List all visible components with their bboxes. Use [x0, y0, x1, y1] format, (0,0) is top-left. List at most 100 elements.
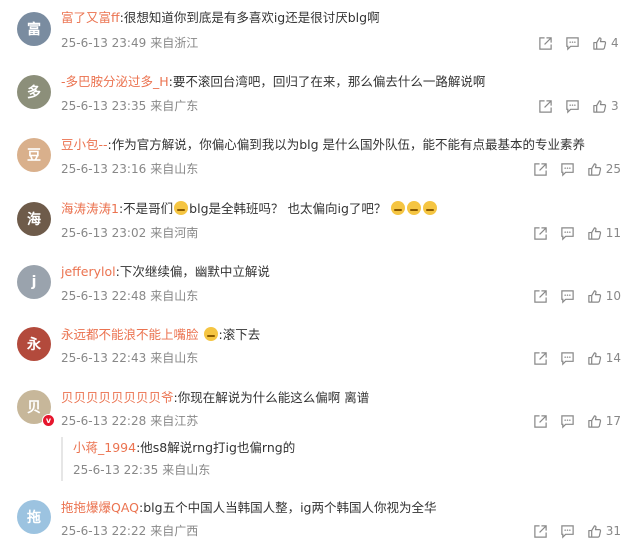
like-count: 3 — [611, 99, 619, 113]
comment-meta: 25-6-13 22:22 来自广西 — [61, 523, 198, 539]
share-icon — [533, 289, 547, 303]
like-button[interactable]: 31 — [587, 524, 621, 539]
avatar[interactable]: 富 — [17, 12, 51, 46]
share-button[interactable] — [533, 524, 548, 539]
share-icon — [539, 36, 552, 50]
comment-button[interactable] — [560, 414, 575, 429]
location: 来自河南 — [150, 226, 199, 240]
share-button[interactable] — [538, 99, 553, 114]
verified-badge-icon: v — [42, 414, 55, 427]
comment-meta: 25-6-13 22:43 来自山东 — [61, 350, 198, 366]
comment-button[interactable] — [560, 524, 575, 539]
comment-button[interactable] — [560, 289, 575, 304]
comment-meta: 25-6-13 23:49 来自浙江 — [61, 35, 198, 51]
avatar-initial: 海 — [27, 212, 41, 228]
username[interactable]: 海涛涛涛1 — [61, 201, 119, 216]
share-button[interactable] — [533, 414, 548, 429]
comment-text-continued: blg是全韩班吗？ 也太偏向ig了吧？ — [189, 201, 387, 216]
comment-icon — [566, 36, 579, 51]
comment-line: jefferylol:下次继续偏，幽默中立解说 — [61, 263, 270, 281]
avatar[interactable]: 海 — [17, 202, 51, 236]
comment-button[interactable] — [565, 99, 580, 114]
like-button[interactable]: 4 — [592, 36, 621, 51]
location: 来自广东 — [150, 99, 199, 113]
reply-meta: 25-6-13 22:35 来自山东 — [73, 462, 210, 478]
location: 来自广西 — [150, 524, 199, 538]
reply-text: :他s8解说rng打ig也偏rng的 — [136, 440, 296, 455]
share-icon — [533, 524, 547, 538]
emoji-icon — [391, 201, 406, 215]
action-bar: 14 — [521, 349, 621, 367]
action-bar: 4 — [526, 34, 621, 52]
comment-line: 富了又富ff:很想知道你到底是有多喜欢ig还是很讨厌blg啊 — [61, 9, 380, 27]
action-bar: 31 — [521, 522, 621, 540]
comment-line: 拖拖爆爆QAQ:blg五个中国人当韩国人整，ig两个韩国人你视为全华 — [61, 499, 436, 517]
like-button[interactable]: 25 — [587, 162, 621, 177]
like-button[interactable]: 11 — [587, 226, 621, 241]
thumbs-up-icon — [587, 289, 601, 303]
avatar[interactable]: 永 — [17, 327, 51, 361]
comment-button[interactable] — [560, 226, 575, 241]
action-bar: 25 — [521, 160, 621, 178]
comment-line: 豆小包--:作为官方解说，你偏心偏到我以为blg 是什么国外队伍，能不能有点最基… — [61, 136, 585, 154]
avatar[interactable]: 拖 — [17, 500, 51, 534]
timestamp: 25-6-13 23:35 — [61, 99, 147, 113]
username[interactable]: -多巴胺分泌过多_H — [61, 74, 169, 89]
share-button[interactable] — [533, 351, 548, 366]
comment-button[interactable] — [560, 351, 575, 366]
like-button[interactable]: 17 — [587, 414, 621, 429]
like-count: 11 — [605, 226, 621, 240]
thumbs-up-icon — [587, 226, 601, 240]
share-button[interactable] — [533, 289, 548, 304]
like-button[interactable]: 3 — [592, 99, 621, 114]
timestamp: 25-6-13 22:48 — [61, 289, 147, 303]
thumbs-up-icon — [587, 524, 601, 538]
reply-username[interactable]: 小蒋_1994 — [73, 440, 136, 455]
comment-button[interactable] — [560, 162, 575, 177]
location: 来自浙江 — [150, 36, 199, 50]
share-button[interactable] — [533, 226, 548, 241]
like-count: 14 — [605, 351, 621, 365]
share-icon — [533, 351, 547, 365]
reply-line: 小蒋_1994:他s8解说rng打ig也偏rng的 — [73, 439, 295, 457]
like-count: 10 — [605, 289, 621, 303]
action-bar: 3 — [526, 97, 621, 115]
thumbs-up-icon — [587, 414, 601, 428]
timestamp: 25-6-13 22:22 — [61, 524, 147, 538]
comment-text: :要不滚回台湾吧，回归了在来，那么偏去什么一路解说啊 — [168, 74, 486, 89]
location: 来自山东 — [150, 162, 199, 176]
emoji-icon — [407, 201, 422, 215]
share-icon — [533, 162, 547, 176]
username[interactable]: 贝贝贝贝贝贝贝贝爷 — [61, 390, 174, 405]
comment-icon — [560, 162, 574, 177]
avatar[interactable]: 豆 — [17, 138, 51, 172]
username[interactable]: 富了又富ff — [61, 10, 120, 25]
comment-text: :作为官方解说，你偏心偏到我以为blg 是什么国外队伍，能不能有点最基本的专业素… — [107, 137, 586, 152]
comment-text: :滚下去 — [218, 327, 261, 342]
username[interactable]: 豆小包-- — [61, 137, 108, 152]
like-button[interactable]: 14 — [587, 351, 621, 366]
avatar[interactable]: 多 — [17, 75, 51, 109]
username[interactable]: jefferylol — [61, 264, 116, 279]
comment-meta: 25-6-13 22:48 来自山东 — [61, 288, 198, 304]
timestamp: 25-6-13 23:49 — [61, 36, 147, 50]
share-icon — [533, 226, 547, 240]
avatar[interactable]: j — [17, 265, 51, 299]
location: 来自山东 — [150, 351, 199, 365]
username[interactable]: 拖拖爆爆QAQ — [61, 500, 139, 515]
username[interactable]: 永远都不能浪不能上嘴脸 — [61, 327, 199, 342]
comment-button[interactable] — [565, 36, 580, 51]
comment-meta: 25-6-13 23:02 来自河南 — [61, 225, 198, 241]
comment-text: :blg五个中国人当韩国人整，ig两个韩国人你视为全华 — [139, 500, 437, 515]
share-button[interactable] — [538, 36, 553, 51]
comment-icon — [560, 414, 574, 429]
like-button[interactable]: 10 — [587, 289, 621, 304]
share-button[interactable] — [533, 162, 548, 177]
share-icon — [539, 99, 552, 113]
comment-line: 海涛涛涛1:不是哥们 blg是全韩班吗？ 也太偏向ig了吧？ — [61, 200, 438, 218]
timestamp: 25-6-13 23:16 — [61, 162, 147, 176]
comment-meta: 25-6-13 23:35 来自广东 — [61, 98, 198, 114]
action-bar: 10 — [521, 287, 621, 305]
avatar-initial: 富 — [27, 22, 41, 38]
reply-item: 小蒋_1994:他s8解说rng打ig也偏rng的 25-6-13 22:35 来… — [61, 437, 483, 481]
